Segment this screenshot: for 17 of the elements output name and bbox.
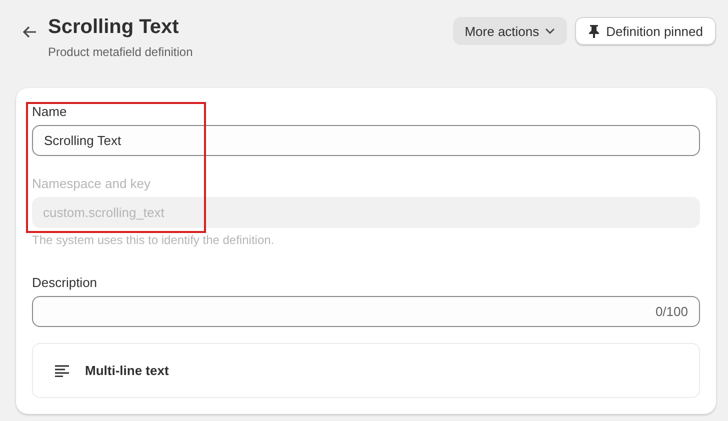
page-subtitle: Product metafield definition [48,45,193,59]
input-field: custom.scrolling_text [32,197,700,228]
field-label: Name [32,104,68,119]
help-text: The system uses this to identify the definition. [32,233,276,247]
field-label: Description [32,275,98,290]
input-field[interactable]: Scrolling Text [32,125,700,156]
page-title: Scrolling Text [48,16,180,39]
pin-button[interactable]: Definition pinned [575,17,716,45]
text-lines-icon [55,364,69,376]
pin-icon [588,24,600,38]
back-arrow-icon[interactable] [22,24,38,40]
character-counter: 0/100 [655,304,688,319]
more-actions-button[interactable]: More actions [452,17,568,45]
type-card[interactable]: Multi-line text [32,343,700,398]
input-field[interactable]: 0/100 [32,296,700,327]
chevron-down-icon [545,28,556,34]
field-label: Namespace and key [32,176,152,191]
